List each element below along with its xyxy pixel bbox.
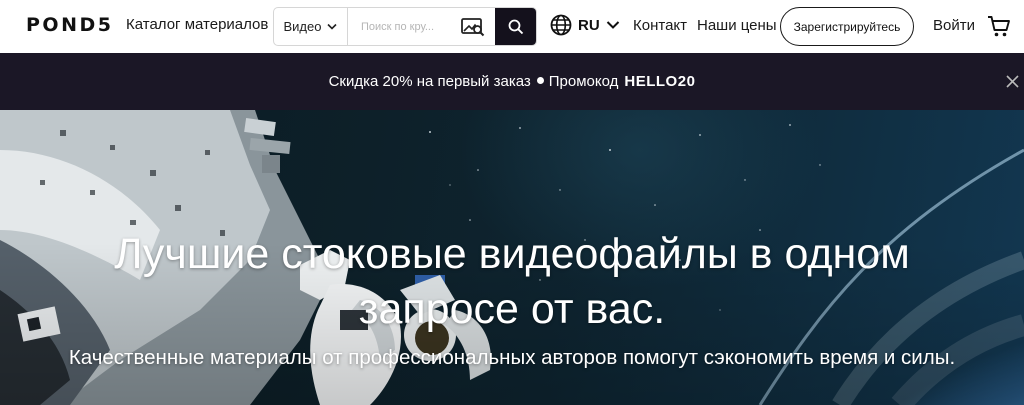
pricing-link[interactable]: Наши цены (697, 17, 777, 34)
catalog-menu[interactable]: Каталог материалов (126, 16, 288, 33)
search-bar: Видео (273, 7, 537, 46)
search-type-select[interactable]: Видео (274, 8, 348, 45)
language-selector[interactable]: RU (550, 14, 620, 36)
site-header: POND5 Каталог материалов Видео Поиск по … (0, 0, 1024, 53)
catalog-label: Каталог материалов (126, 16, 269, 33)
search-input[interactable] (361, 20, 461, 33)
hero-section: Лучшие стоковые видеофайлы в одном запро… (0, 110, 1024, 405)
search-icon (508, 19, 523, 34)
promo-banner: Скидка 20% на первый заказ Промокод HELL… (0, 53, 1024, 110)
close-icon[interactable] (1006, 75, 1019, 88)
globe-icon (550, 14, 572, 36)
promo-text: Скидка 20% на первый заказ (328, 73, 531, 90)
search-button[interactable] (495, 8, 536, 45)
separator-dot (536, 77, 544, 84)
search-type-label: Видео (283, 19, 322, 34)
hero-subtitle: Качественные материалы от профессиональн… (68, 346, 956, 369)
language-label: RU (578, 16, 600, 34)
promo-code: HELLO20 (624, 73, 696, 90)
promo-label: Промокод (548, 73, 619, 90)
image-search-icon[interactable] (461, 17, 485, 37)
chevron-down-icon (606, 21, 619, 29)
chevron-down-icon (327, 23, 338, 30)
hero-title-line-1: Лучшие стоковые видеофайлы в одном (114, 230, 910, 278)
search-field (348, 8, 495, 45)
register-button[interactable]: Зарегистрируйтесь (780, 7, 914, 46)
logo[interactable]: POND5 (26, 14, 113, 36)
cart-icon[interactable] (987, 14, 1011, 38)
hero-title: Лучшие стоковые видеофайлы в одном запро… (0, 227, 1024, 337)
hero-title-line-2: запросе от вас. (358, 285, 666, 333)
login-link[interactable]: Войти (933, 17, 975, 34)
contact-link[interactable]: Контакт (633, 17, 687, 34)
